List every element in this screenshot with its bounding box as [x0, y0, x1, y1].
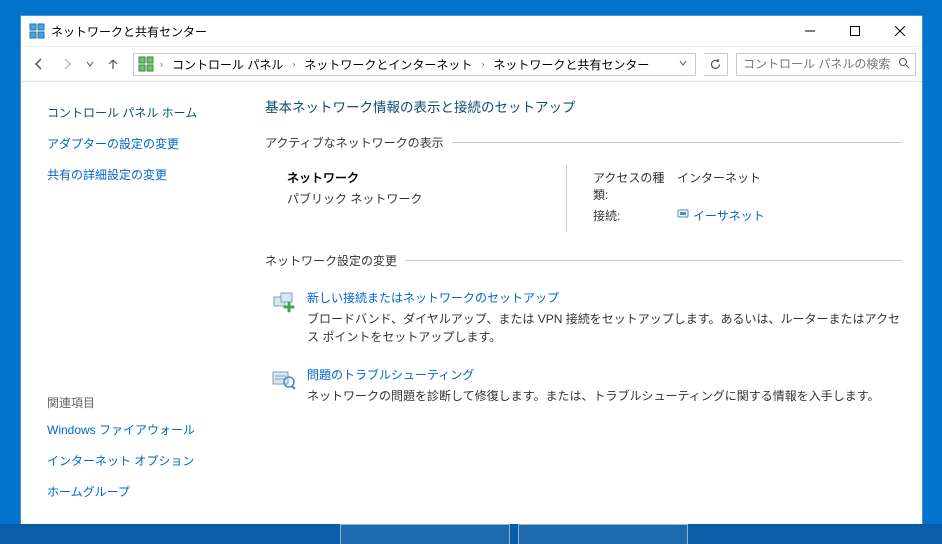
change-settings-text: ネットワーク設定の変更	[265, 252, 397, 269]
troubleshoot-desc: ネットワークの問題を診断して修復します。または、トラブルシューティングに関する情…	[307, 387, 902, 405]
refresh-button[interactable]	[704, 53, 728, 76]
breadcrumb-sep: ›	[289, 59, 298, 69]
breadcrumb-sep: ›	[478, 59, 487, 69]
close-button[interactable]	[877, 17, 922, 46]
breadcrumb[interactable]: › コントロール パネル › ネットワークとインターネット › ネットワークと共…	[133, 53, 696, 76]
page-title: 基本ネットワーク情報の表示と接続のセットアップ	[265, 96, 902, 116]
forward-button[interactable]	[55, 52, 79, 76]
maximize-button[interactable]	[832, 17, 877, 46]
settings-item-troubleshoot: 問題のトラブルシューティング ネットワークの問題を診断して修復します。または、ト…	[265, 360, 902, 419]
sidebar-home-link[interactable]: コントロール パネル ホーム	[47, 104, 227, 121]
titlebar: ネットワークと共有センター	[21, 16, 922, 46]
access-label: アクセスの種類:	[593, 169, 677, 203]
network-details: アクセスの種類: インターネット 接続: イーサネット	[567, 165, 765, 232]
minimize-button[interactable]	[787, 17, 832, 46]
taskbar	[0, 524, 942, 544]
network-name: ネットワーク	[287, 169, 566, 186]
sidebar-link-homegroup[interactable]: ホームグループ	[47, 483, 227, 500]
troubleshoot-link[interactable]: 問題のトラブルシューティング	[307, 366, 902, 383]
toolbar: › コントロール パネル › ネットワークとインターネット › ネットワークと共…	[21, 46, 922, 82]
setup-link[interactable]: 新しい接続またはネットワークのセットアップ	[307, 289, 902, 306]
breadcrumb-item[interactable]: ネットワークとインターネット	[301, 54, 475, 75]
network-row: ネットワーク パブリック ネットワーク アクセスの種類: インターネット 接続:	[265, 165, 902, 252]
active-networks-label: アクティブなネットワークの表示	[265, 134, 902, 151]
app-icon	[29, 23, 45, 39]
sidebar-link-inetopt[interactable]: インターネット オプション	[47, 452, 227, 469]
network-info: ネットワーク パブリック ネットワーク	[287, 165, 567, 232]
change-settings-label: ネットワーク設定の変更	[265, 252, 902, 269]
window-title: ネットワークと共有センター	[51, 23, 207, 40]
sidebar: コントロール パネル ホーム アダプターの設定の変更 共有の詳細設定の変更 関連…	[21, 82, 237, 524]
breadcrumb-dropdown[interactable]	[675, 59, 691, 69]
sidebar-link-adapter[interactable]: アダプターの設定の変更	[47, 135, 227, 152]
window-controls	[787, 17, 922, 46]
sidebar-link-firewall[interactable]: Windows ファイアウォール	[47, 421, 227, 438]
active-networks-text: アクティブなネットワークの表示	[265, 134, 444, 151]
search-box[interactable]	[736, 53, 916, 76]
sidebar-link-sharing[interactable]: 共有の詳細設定の変更	[47, 166, 227, 183]
ethernet-icon	[677, 208, 689, 223]
setup-desc: ブロードバンド、ダイヤルアップ、または VPN 接続をセットアップします。あるい…	[307, 310, 902, 346]
window: ネットワークと共有センター	[20, 15, 923, 525]
search-input[interactable]	[743, 57, 898, 71]
connection-label: 接続:	[593, 207, 677, 224]
taskbar-item[interactable]	[518, 524, 688, 544]
breadcrumb-sep: ›	[157, 59, 166, 69]
back-button[interactable]	[27, 52, 51, 76]
settings-item-setup: 新しい接続またはネットワークのセットアップ ブロードバンド、ダイヤルアップ、また…	[265, 283, 902, 360]
setup-icon	[271, 289, 297, 315]
troubleshoot-icon	[271, 366, 297, 392]
connection-value: イーサネット	[693, 207, 765, 224]
up-button[interactable]	[101, 52, 125, 76]
network-type: パブリック ネットワーク	[287, 190, 566, 207]
sidebar-related-title: 関連項目	[47, 394, 227, 411]
content: コントロール パネル ホーム アダプターの設定の変更 共有の詳細設定の変更 関連…	[21, 82, 922, 524]
breadcrumb-item[interactable]: コントロール パネル	[169, 54, 286, 75]
connection-link[interactable]: イーサネット	[677, 207, 765, 224]
main-panel: 基本ネットワーク情報の表示と接続のセットアップ アクティブなネットワークの表示 …	[237, 82, 922, 524]
taskbar-item[interactable]	[340, 524, 510, 544]
breadcrumb-item[interactable]: ネットワークと共有センター	[490, 54, 652, 75]
search-icon[interactable]	[898, 57, 910, 72]
breadcrumb-icon	[138, 56, 154, 72]
recent-dropdown[interactable]	[83, 52, 97, 76]
access-value: インターネット	[677, 169, 761, 203]
